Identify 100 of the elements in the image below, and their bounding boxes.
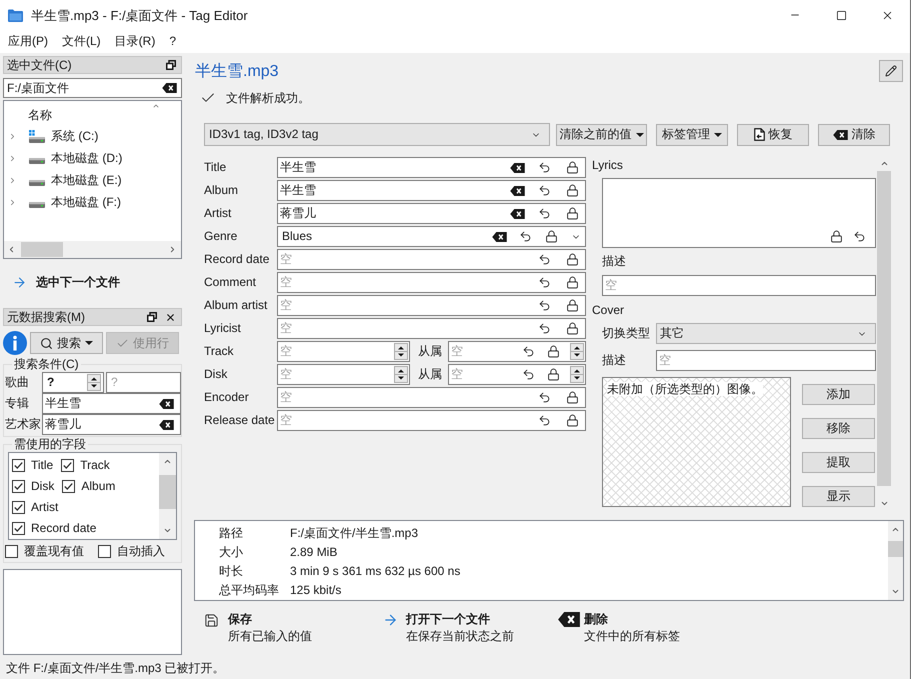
- checkbox[interactable]: [12, 459, 25, 472]
- scrollbar-thumb[interactable]: [159, 475, 176, 509]
- scroll-left-icon[interactable]: [7, 245, 16, 254]
- spin-arrows-icon[interactable]: [394, 343, 408, 360]
- action-button[interactable]: 保存 所有已输入的值: [204, 611, 381, 644]
- text-field[interactable]: 半生雪: [277, 157, 586, 178]
- lock-icon[interactable]: [566, 161, 579, 174]
- clear-icon[interactable]: [510, 162, 525, 172]
- cover-button[interactable]: 显示: [802, 486, 875, 507]
- lock-icon[interactable]: [547, 345, 560, 358]
- undo-icon[interactable]: [519, 230, 532, 243]
- checkbox[interactable]: [5, 544, 18, 558]
- scroll-down-icon[interactable]: [891, 587, 900, 596]
- checkbox[interactable]: [12, 501, 25, 514]
- search-button[interactable]: 搜索: [30, 332, 103, 354]
- horizontal-scrollbar[interactable]: [4, 241, 181, 258]
- clear-icon[interactable]: [510, 208, 525, 218]
- cover-button[interactable]: 添加: [802, 384, 875, 405]
- vertical-scrollbar[interactable]: [159, 453, 176, 539]
- undo-icon[interactable]: [853, 230, 866, 243]
- expand-chevron-icon[interactable]: [8, 154, 17, 162]
- scroll-up-icon[interactable]: [880, 159, 888, 168]
- scrollbar-thumb[interactable]: [21, 242, 63, 257]
- clear-icon[interactable]: [162, 83, 177, 93]
- scroll-down-icon[interactable]: [163, 526, 172, 535]
- lock-icon[interactable]: [566, 207, 579, 220]
- tag-type-dropdown[interactable]: ID3v1 tag, ID3v2 tag: [204, 123, 550, 146]
- float-window-icon[interactable]: [147, 312, 157, 322]
- path-field[interactable]: F:/桌面文件: [3, 78, 182, 98]
- tree-item[interactable]: 本地磁盘 (D:): [29, 150, 122, 166]
- scroll-up-icon[interactable]: [163, 457, 172, 466]
- undo-icon[interactable]: [522, 345, 535, 358]
- text-field[interactable]: 蒋雪儿: [277, 203, 586, 224]
- checkbox[interactable]: [98, 544, 111, 558]
- lock-icon[interactable]: [566, 322, 579, 335]
- menu-item[interactable]: 目录(R): [114, 34, 156, 49]
- toolbar-button[interactable]: 清除之前的值: [556, 124, 647, 146]
- lock-icon[interactable]: [566, 391, 579, 404]
- tree-item[interactable]: 本地磁盘 (F:): [29, 194, 121, 210]
- text-field[interactable]: 半生雪: [277, 180, 586, 201]
- float-window-icon[interactable]: [166, 60, 176, 70]
- checkbox[interactable]: [62, 480, 76, 493]
- action-button[interactable]: 打开下一个文件 在保存当前状态之前: [381, 611, 558, 644]
- lock-icon[interactable]: [566, 253, 579, 266]
- clear-icon[interactable]: [159, 398, 174, 408]
- toolbar-button[interactable]: 清除: [818, 124, 890, 146]
- spin-arrows-icon[interactable]: [394, 366, 408, 383]
- toolbar-button[interactable]: 恢复: [737, 124, 809, 146]
- lyrics-text-area[interactable]: [602, 178, 876, 248]
- expand-chevron-icon[interactable]: [8, 176, 17, 184]
- spin-arrows-icon[interactable]: [570, 343, 584, 360]
- undo-icon[interactable]: [538, 299, 551, 312]
- undo-icon[interactable]: [538, 253, 551, 266]
- undo-icon[interactable]: [538, 322, 551, 335]
- info-icon[interactable]: [3, 331, 27, 355]
- scrollbar-thumb[interactable]: [888, 541, 903, 557]
- undo-icon[interactable]: [538, 161, 551, 174]
- expand-chevron-icon[interactable]: [8, 198, 17, 206]
- lock-icon[interactable]: [566, 299, 579, 312]
- undo-icon[interactable]: [538, 414, 551, 427]
- number-field[interactable]: ?: [42, 372, 104, 393]
- text-field[interactable]: 半生雪: [42, 393, 181, 414]
- action-button[interactable]: 删除 文件中的所有标签: [558, 611, 735, 644]
- lock-icon[interactable]: [566, 184, 579, 197]
- toolbar-button[interactable]: 标签管理: [656, 124, 728, 146]
- menu-item[interactable]: ?: [169, 34, 176, 49]
- clear-icon[interactable]: [832, 130, 848, 140]
- lock-icon[interactable]: [830, 230, 843, 243]
- lock-icon[interactable]: [566, 276, 579, 289]
- undo-icon[interactable]: [538, 184, 551, 197]
- scroll-down-icon[interactable]: [880, 499, 888, 508]
- checkbox[interactable]: [12, 480, 25, 493]
- menu-item[interactable]: 文件(L): [62, 34, 101, 49]
- next-file-button[interactable]: 选中下一个文件: [3, 273, 182, 291]
- undo-icon[interactable]: [522, 368, 535, 381]
- clear-icon[interactable]: [492, 232, 507, 242]
- clear-icon[interactable]: [159, 420, 174, 430]
- close-icon[interactable]: [165, 312, 176, 322]
- undo-icon[interactable]: [538, 391, 551, 404]
- clear-icon[interactable]: [558, 612, 580, 627]
- spin-arrows-icon[interactable]: [570, 366, 584, 383]
- tree-item[interactable]: 系统 (C:): [29, 128, 98, 144]
- tree-item[interactable]: 本地磁盘 (E:): [29, 172, 122, 188]
- lock-icon[interactable]: [547, 368, 560, 381]
- undo-icon[interactable]: [538, 276, 551, 289]
- combo-field[interactable]: Blues: [277, 226, 586, 247]
- menu-item[interactable]: 应用(P): [8, 34, 48, 49]
- cover-button[interactable]: 移除: [802, 418, 875, 439]
- undo-icon[interactable]: [538, 207, 551, 220]
- lock-icon[interactable]: [566, 414, 579, 427]
- checkbox[interactable]: [61, 459, 74, 472]
- text-field[interactable]: 蒋雪儿: [42, 414, 181, 435]
- column-header[interactable]: 名称: [28, 108, 52, 123]
- scroll-right-icon[interactable]: [168, 245, 177, 254]
- vertical-scrollbar[interactable]: [888, 521, 903, 600]
- clear-icon[interactable]: [510, 186, 525, 196]
- checkbox[interactable]: [12, 522, 25, 535]
- scroll-up-icon[interactable]: [891, 525, 900, 534]
- spin-arrows-icon[interactable]: [87, 374, 101, 391]
- expand-chevron-icon[interactable]: [8, 132, 17, 140]
